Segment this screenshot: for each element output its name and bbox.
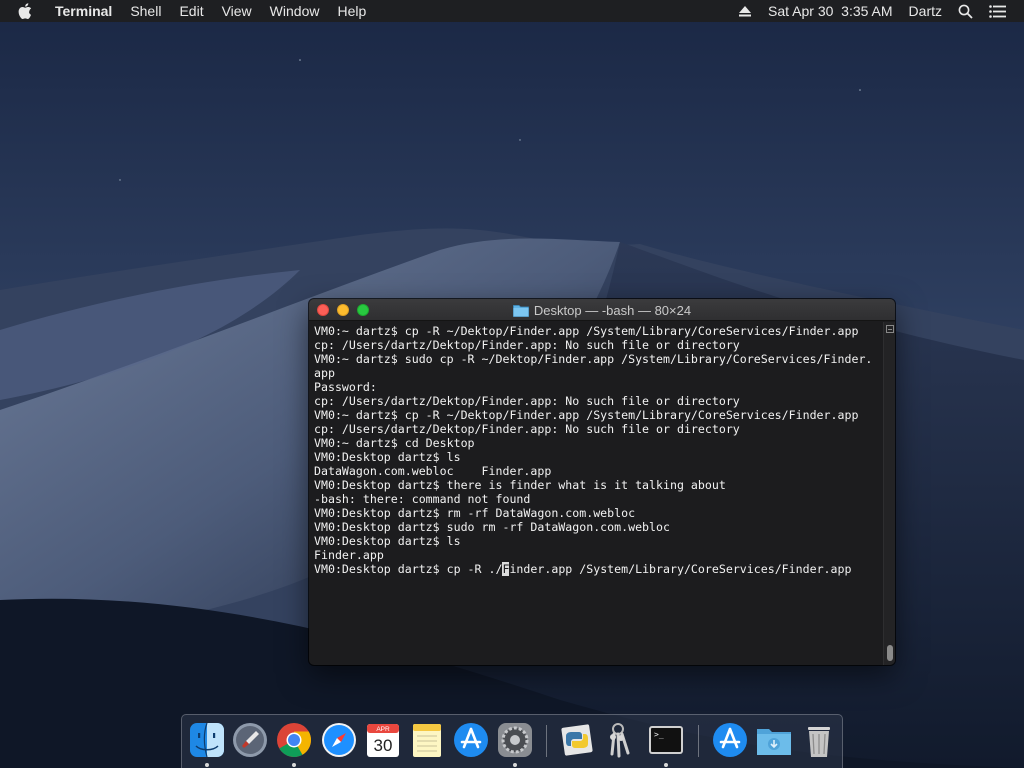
current-command-rest: inder.app /System/Library/CoreServices/F… (509, 562, 852, 576)
terminal-line: VM0:Desktop dartz$ there is finder what … (314, 478, 726, 492)
launchpad-icon[interactable] (230, 720, 270, 760)
terminal-line: cp: /Users/dartz/Dektop/Finder.app: No s… (314, 422, 740, 436)
folder-icon (513, 304, 529, 317)
spotlight-button[interactable] (950, 4, 981, 19)
menu-extras: Sat Apr 30 3:35 AM Dartz (730, 0, 1024, 22)
running-indicator (292, 763, 296, 767)
eject-menu[interactable] (730, 5, 760, 17)
running-indicator (513, 763, 517, 767)
terminal-line: -bash: there: command not found (314, 492, 531, 506)
terminal-line: VM0:~ dartz$ cp -R ~/Dektop/Finder.app /… (314, 408, 859, 422)
terminal-titlebar[interactable]: Desktop — -bash — 80×24 (309, 299, 895, 321)
calendar-icon[interactable]: APR 30 (363, 720, 403, 760)
scroll-marks-icon[interactable] (886, 325, 894, 333)
current-command-text: VM0:Desktop dartz$ cp -R ./ (314, 562, 503, 576)
app-menu-terminal[interactable]: Terminal (46, 0, 121, 22)
terminal-line: app (314, 366, 335, 380)
terminal-line: cp: /Users/dartz/Dektop/Finder.app: No s… (314, 394, 740, 408)
running-indicator (664, 763, 668, 767)
dock: APR 30 >_ (181, 714, 843, 768)
menu-edit[interactable]: Edit (170, 0, 212, 22)
terminal-line: VM0:~ dartz$ cd Desktop (314, 436, 475, 450)
window-title: Desktop — -bash — 80×24 (309, 299, 895, 321)
menu-help[interactable]: Help (328, 0, 375, 22)
terminal-line: VM0:Desktop dartz$ ls (314, 534, 461, 548)
terminal-window[interactable]: Desktop — -bash — 80×24 VM0:~ dartz$ cp … (309, 299, 895, 665)
menu-view[interactable]: View (213, 0, 261, 22)
spotlight-search-icon (958, 4, 973, 19)
terminal-line: cp: /Users/dartz/Dektop/Finder.app: No s… (314, 338, 740, 352)
terminal-icon[interactable]: >_ (646, 720, 686, 760)
terminal-line: VM0:Desktop dartz$ rm -rf DataWagon.com.… (314, 506, 636, 520)
terminal-line: VM0:~ dartz$ sudo cp -R ~/Dektop/Finder.… (314, 352, 873, 366)
downloads-folder-icon[interactable] (754, 720, 794, 760)
notification-center-icon (989, 4, 1006, 18)
eject-icon (739, 6, 752, 17)
system-preferences-icon[interactable] (495, 720, 535, 760)
menu-bar: Terminal Shell Edit View Window Help Sat… (0, 0, 1024, 22)
calendar-day: 30 (374, 736, 393, 755)
dock-separator (546, 725, 547, 757)
scrollbar-thumb[interactable] (887, 645, 893, 661)
terminal-current-line[interactable]: VM0:Desktop dartz$ cp -R ./Finder.app /S… (314, 562, 883, 576)
notification-center-button[interactable] (981, 4, 1014, 18)
notes-icon[interactable] (407, 720, 447, 760)
terminal-line: VM0:~ dartz$ cp -R ~/Dektop/Finder.app /… (314, 324, 859, 338)
trash-icon[interactable] (799, 720, 839, 760)
calendar-month: APR (376, 726, 390, 733)
app-store-icon[interactable] (451, 720, 491, 760)
chrome-icon[interactable] (274, 720, 314, 760)
safari-icon[interactable] (319, 720, 359, 760)
window-title-text: Desktop — -bash — 80×24 (533, 302, 692, 318)
menu-window[interactable]: Window (261, 0, 329, 22)
apple-icon (18, 3, 32, 19)
terminal-prompt-glyph: >_ (654, 730, 664, 739)
user-menu[interactable]: Dartz (901, 0, 950, 22)
terminal-line: DataWagon.com.webloc Finder.app (314, 464, 552, 478)
clock[interactable]: Sat Apr 30 3:35 AM (760, 0, 901, 22)
python-launcher-icon[interactable] (557, 720, 597, 760)
terminal-line: VM0:Desktop dartz$ sudo rm -rf DataWagon… (314, 520, 670, 534)
terminal-output[interactable]: VM0:~ dartz$ cp -R ~/Dektop/Finder.app /… (309, 322, 883, 665)
apple-menu[interactable] (0, 3, 46, 19)
terminal-line: Finder.app (314, 548, 384, 562)
app-store-stack-icon[interactable] (710, 720, 750, 760)
terminal-scrollbar[interactable] (883, 322, 895, 665)
dock-separator (698, 725, 699, 757)
terminal-line: VM0:Desktop dartz$ ls (314, 450, 461, 464)
finder-icon[interactable] (187, 720, 227, 760)
keychain-access-icon[interactable] (601, 720, 641, 760)
menu-shell[interactable]: Shell (121, 0, 170, 22)
terminal-line: Password: (314, 380, 377, 394)
running-indicator (205, 763, 209, 767)
